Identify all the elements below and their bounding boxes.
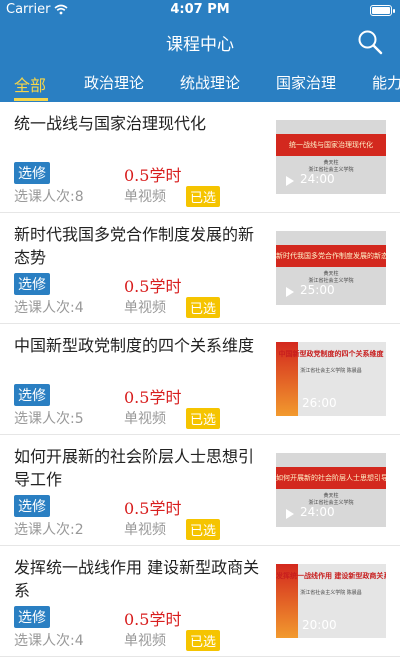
- enrollment-count: 选课人次:4: [14, 633, 84, 649]
- course-title: 如何开展新的社会阶层人士思想引导工作: [14, 447, 255, 489]
- selected-badge: 已选: [186, 630, 221, 651]
- thumbnail-banner-text: 发挥统一战线作用 建设新型政商关系: [276, 572, 386, 580]
- course-thumbnail[interactable]: 统一战线与国家治理现代化 黄天柱 浙江省社会主义学院 24:00: [276, 120, 386, 194]
- course-mode: 单视频: [124, 189, 166, 205]
- tab-state-governance[interactable]: 国家治理: [276, 72, 336, 93]
- active-tab-indicator: [14, 98, 48, 101]
- elective-badge: 选修: [14, 273, 50, 295]
- thumbnail-banner-text: 统一战线与国家治理现代化: [276, 134, 386, 156]
- course-hours: 0.5学时: [124, 277, 182, 296]
- thumbnail-banner-text: 新时代我国多党合作制度发展的新态势: [276, 245, 386, 267]
- course-mode: 单视频: [124, 633, 166, 649]
- tab-all[interactable]: 全部: [14, 72, 46, 96]
- tab-ability[interactable]: 能力: [372, 72, 400, 93]
- selected-badge: 已选: [186, 297, 221, 318]
- thumbnail-banner-text: 如何开展新的社会阶层人士思想引导工作: [276, 467, 386, 489]
- tab-political-theory[interactable]: 政治理论: [84, 72, 144, 93]
- course-title: 新时代我国多党合作制度发展的新态势: [14, 225, 255, 267]
- battery-icon: [370, 5, 395, 16]
- course-mode: 单视频: [124, 522, 166, 538]
- thumbnail-banner-text: 中国新型政党制度的四个关系维度: [278, 350, 384, 358]
- course-title: 发挥统一战线作用 建设新型政商关系: [14, 558, 260, 600]
- nav-bar: 课程中心: [0, 20, 400, 64]
- elective-badge: 选修: [14, 495, 50, 517]
- video-duration: 25:00: [300, 283, 335, 297]
- course-thumbnail[interactable]: 中国新型政党制度的四个关系维度 浙江省社会主义学院 陈晨昌 26:00: [276, 342, 386, 416]
- thumbnail-caption: 浙江省社会主义学院 陈晨昌: [276, 368, 386, 375]
- selected-badge: 已选: [186, 408, 221, 429]
- enrollment-count: 选课人次:8: [14, 189, 84, 205]
- course-thumbnail[interactable]: 发挥统一战线作用 建设新型政商关系 浙江省社会主义学院 陈晨昌 20:00: [276, 564, 386, 638]
- video-duration: 24:00: [300, 172, 335, 186]
- category-tabs: 全部 政治理论 统战理论 国家治理 能力: [0, 64, 400, 102]
- course-thumbnail[interactable]: 新时代我国多党合作制度发展的新态势 黄天柱 浙江省社会主义学院 25:00: [276, 231, 386, 305]
- play-icon[interactable]: [286, 287, 294, 297]
- tab-united-front-theory[interactable]: 统战理论: [180, 72, 240, 93]
- play-icon[interactable]: [286, 509, 294, 519]
- course-row[interactable]: 新时代我国多党合作制度发展的新态势 选修 0.5学时 选课人次:4 单视频 已选…: [0, 213, 400, 324]
- search-icon[interactable]: [356, 28, 384, 56]
- enrollment-count: 选课人次:2: [14, 522, 84, 538]
- course-title: 中国新型政党制度的四个关系维度: [14, 336, 255, 355]
- course-row[interactable]: 如何开展新的社会阶层人士思想引导工作 选修 0.5学时 选课人次:2 单视频 已…: [0, 435, 400, 546]
- enrollment-count: 选课人次:5: [14, 411, 84, 427]
- thumbnail-speaker: 黄天柱: [323, 160, 339, 166]
- course-hours: 0.5学时: [124, 166, 182, 185]
- thumbnail-org: 浙江省社会主义学院 陈晨昌: [300, 368, 362, 374]
- thumbnail-org: 浙江省社会主义学院 陈晨昌: [300, 590, 362, 596]
- status-time: 4:07 PM: [170, 2, 230, 17]
- video-duration: 26:00: [302, 396, 337, 410]
- course-row[interactable]: 统一战线与国家治理现代化 选修 0.5学时 选课人次:8 单视频 已选 统一战线…: [0, 102, 400, 213]
- thumbnail-speaker: 黄天柱: [323, 271, 339, 277]
- course-row[interactable]: 发挥统一战线作用 建设新型政商关系 选修 0.5学时 选课人次:4 单视频 已选…: [0, 546, 400, 657]
- course-thumbnail[interactable]: 如何开展新的社会阶层人士思想引导工作 黄天柱 浙江省社会主义学院 24:00: [276, 453, 386, 527]
- video-duration: 24:00: [300, 505, 335, 519]
- video-duration: 20:00: [302, 618, 337, 632]
- course-title: 统一战线与国家治理现代化: [14, 114, 207, 133]
- status-bar: Carrier 4:07 PM: [0, 0, 400, 20]
- course-mode: 单视频: [124, 300, 166, 316]
- elective-badge: 选修: [14, 162, 50, 184]
- course-hours: 0.5学时: [124, 499, 182, 518]
- enrollment-count: 选课人次:4: [14, 300, 84, 316]
- play-icon[interactable]: [286, 176, 294, 186]
- thumbnail-speaker: 黄天柱: [323, 493, 339, 499]
- thumbnail-caption: 浙江省社会主义学院 陈晨昌: [276, 590, 386, 597]
- course-mode: 单视频: [124, 411, 166, 427]
- page-title: 课程中心: [166, 35, 234, 55]
- selected-badge: 已选: [186, 519, 221, 540]
- selected-badge: 已选: [186, 186, 221, 207]
- course-row[interactable]: 中国新型政党制度的四个关系维度 选修 0.5学时 选课人次:5 单视频 已选 中…: [0, 324, 400, 435]
- elective-badge: 选修: [14, 384, 50, 406]
- course-hours: 0.5学时: [124, 610, 182, 629]
- course-hours: 0.5学时: [124, 388, 182, 407]
- elective-badge: 选修: [14, 606, 50, 628]
